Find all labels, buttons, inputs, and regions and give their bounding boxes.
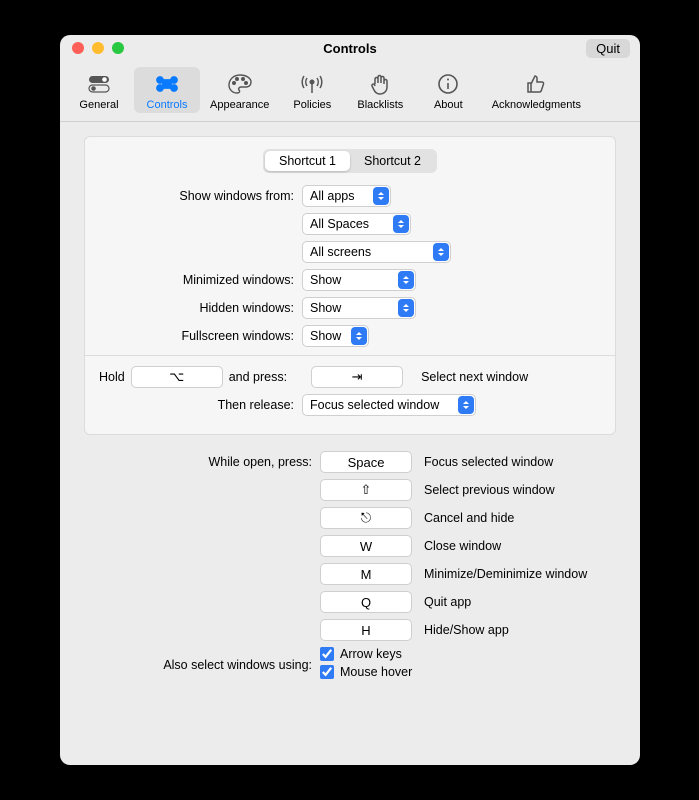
toolbar: General Controls Appearance Policies Bla… — [60, 61, 640, 122]
tab-general[interactable]: General — [66, 67, 132, 113]
select-spaces[interactable]: All Spaces — [302, 213, 411, 235]
select-hidden[interactable]: Show — [302, 297, 416, 319]
select-fullscreen[interactable]: Show — [302, 325, 369, 347]
label-hidden: Hidden windows: — [99, 301, 302, 315]
desc-min: Minimize/Deminimize window — [424, 567, 587, 581]
shortcut-segmented[interactable]: Shortcut 1 Shortcut 2 — [263, 149, 437, 173]
tab-appearance[interactable]: Appearance — [202, 67, 277, 113]
check-arrow-keys[interactable]: Arrow keys — [320, 647, 412, 661]
key-close[interactable]: W — [320, 535, 412, 557]
chevron-icon — [433, 243, 449, 261]
chevron-icon — [351, 327, 367, 345]
window-title: Controls — [60, 41, 640, 56]
chevron-icon — [458, 396, 474, 414]
key-hide[interactable]: H — [320, 619, 412, 641]
traffic-lights — [60, 42, 124, 54]
key-min[interactable]: M — [320, 563, 412, 585]
select-screens[interactable]: All screens — [302, 241, 451, 263]
tab-controls[interactable]: Controls — [134, 67, 200, 113]
quit-button[interactable]: Quit — [586, 39, 630, 58]
key-cancel[interactable]: ⎋ — [320, 507, 412, 529]
desc-focus: Focus selected window — [424, 455, 553, 469]
desc-close: Close window — [424, 539, 501, 553]
seg-shortcut-1[interactable]: Shortcut 1 — [265, 151, 350, 171]
toggles-icon — [86, 71, 112, 97]
desc-quit: Quit app — [424, 595, 471, 609]
check-mouse-hover[interactable]: Mouse hover — [320, 665, 412, 679]
desc-cancel: Cancel and hide — [424, 511, 514, 525]
desc-prev: Select previous window — [424, 483, 555, 497]
label-fullscreen: Fullscreen windows: — [99, 329, 302, 343]
minimize-window[interactable] — [92, 42, 104, 54]
select-then-release[interactable]: Focus selected window — [302, 394, 476, 416]
info-icon — [435, 71, 461, 97]
tab-blacklists[interactable]: Blacklists — [347, 67, 413, 113]
key-press[interactable]: ⇥ — [311, 366, 403, 388]
desc-next: Select next window — [421, 370, 528, 384]
tab-acknowledgments[interactable]: Acknowledgments — [483, 67, 589, 113]
seg-shortcut-2[interactable]: Shortcut 2 — [350, 151, 435, 171]
select-apps[interactable]: All apps — [302, 185, 391, 207]
command-icon — [154, 71, 180, 97]
antenna-icon — [299, 71, 325, 97]
desc-hide: Hide/Show app — [424, 623, 509, 637]
shortcut-panel: Shortcut 1 Shortcut 2 Show windows from:… — [84, 136, 616, 435]
select-minimized[interactable]: Show — [302, 269, 416, 291]
label-and-press: and press: — [229, 370, 287, 384]
label-hold: Hold — [99, 370, 125, 384]
titlebar: Controls Quit — [60, 35, 640, 61]
palette-icon — [227, 71, 253, 97]
close-window[interactable] — [72, 42, 84, 54]
key-hold[interactable]: ⌥ — [131, 366, 223, 388]
label-then-release: Then release: — [99, 398, 302, 412]
chevron-icon — [398, 299, 414, 317]
chevron-icon — [398, 271, 414, 289]
tab-about[interactable]: About — [415, 67, 481, 113]
label-minimized: Minimized windows: — [99, 273, 302, 287]
chevron-icon — [393, 215, 409, 233]
key-space[interactable]: Space — [320, 451, 412, 473]
label-while-open: While open, press: — [84, 455, 320, 469]
zoom-window[interactable] — [112, 42, 124, 54]
chevron-icon — [373, 187, 389, 205]
label-also-select: Also select windows using: — [84, 658, 320, 672]
hand-icon — [367, 71, 393, 97]
key-quit[interactable]: Q — [320, 591, 412, 613]
key-prev[interactable]: ⇧ — [320, 479, 412, 501]
preferences-window: Controls Quit General Controls Appearanc… — [60, 35, 640, 765]
thumbs-up-icon — [523, 71, 549, 97]
label-show-from: Show windows from: — [99, 189, 302, 203]
tab-policies[interactable]: Policies — [279, 67, 345, 113]
